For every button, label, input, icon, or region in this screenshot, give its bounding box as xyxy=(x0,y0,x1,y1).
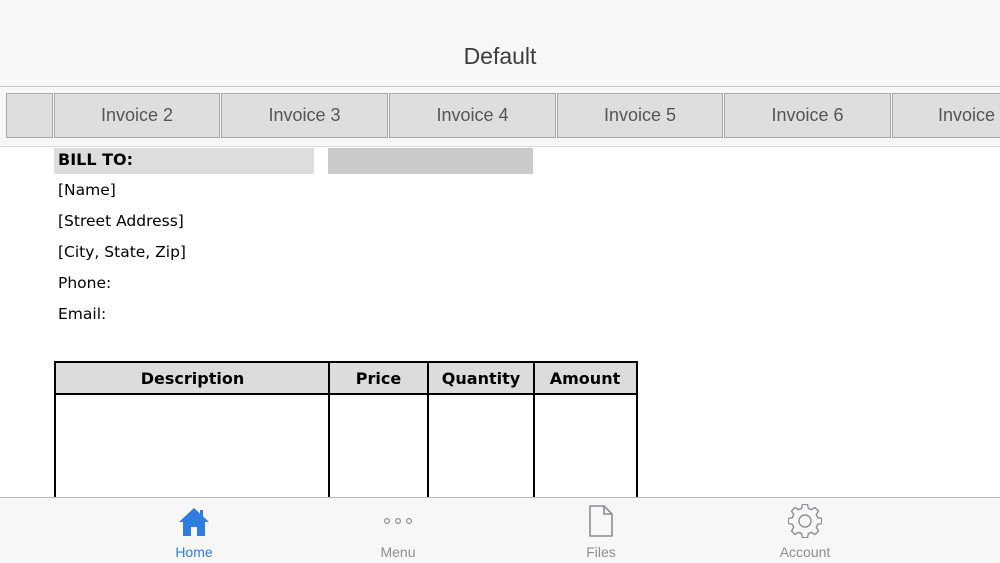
bill-to-street[interactable]: [Street Address] xyxy=(58,212,184,230)
tab-invoice-3[interactable]: Invoice 3 xyxy=(221,93,388,138)
home-icon xyxy=(177,504,211,538)
invoice-tab-strip[interactable]: Invoice 2 Invoice 3 Invoice 4 Invoice 5 … xyxy=(0,87,1000,147)
bill-to-city[interactable]: [City, State, Zip] xyxy=(58,243,186,261)
column-divider xyxy=(328,363,330,497)
tab-bar-label: Files xyxy=(586,544,616,560)
tab-bar-menu[interactable]: Menu xyxy=(338,498,458,563)
column-divider xyxy=(533,363,535,497)
more-icon xyxy=(381,504,415,538)
gear-icon xyxy=(788,504,822,538)
column-header-description: Description xyxy=(56,363,329,395)
bottom-tab-bar: Home Menu Files Account xyxy=(0,497,1000,563)
tab-invoice-6[interactable]: Invoice 6 xyxy=(724,93,891,138)
header-field-box[interactable] xyxy=(328,148,533,174)
tab-bar-account[interactable]: Account xyxy=(745,498,865,563)
bill-to-name[interactable]: [Name] xyxy=(58,181,116,199)
tab-invoice-1[interactable] xyxy=(6,93,53,138)
tab-bar-label: Home xyxy=(175,544,213,560)
tab-invoice-5[interactable]: Invoice 5 xyxy=(557,93,723,138)
tab-invoice-2[interactable]: Invoice 2 xyxy=(54,93,220,138)
invoice-document[interactable]: BILL TO: [Name] [Street Address] [City, … xyxy=(0,148,1000,497)
document-icon xyxy=(584,504,618,538)
bill-to-phone[interactable]: Phone: xyxy=(58,274,111,292)
column-header-quantity: Quantity xyxy=(428,363,534,395)
tab-bar-files[interactable]: Files xyxy=(541,498,661,563)
line-items-table[interactable]: Description Price Quantity Amount xyxy=(54,361,638,497)
tab-bar-home[interactable]: Home xyxy=(134,498,254,563)
page-title: Default xyxy=(463,43,537,69)
tab-bar-label: Account xyxy=(779,544,831,560)
tab-invoice-7[interactable]: Invoice xyxy=(892,93,1000,138)
tab-invoice-4[interactable]: Invoice 4 xyxy=(389,93,556,138)
bill-to-email[interactable]: Email: xyxy=(58,305,106,323)
column-divider xyxy=(427,363,429,497)
tab-bar-label: Menu xyxy=(380,544,416,560)
column-header-amount: Amount xyxy=(534,363,636,395)
navigation-bar: Default xyxy=(0,0,1000,87)
bill-to-heading: BILL TO: xyxy=(54,148,314,174)
column-header-price: Price xyxy=(329,363,428,395)
